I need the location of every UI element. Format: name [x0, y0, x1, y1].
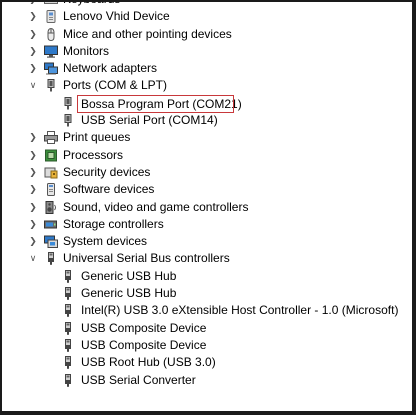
chevron-right-icon[interactable]: ❯ [28, 164, 38, 181]
tree-item-label: Storage controllers [63, 216, 164, 231]
usb-icon [62, 287, 74, 300]
usb-icon [62, 269, 74, 283]
tree-item-monitors[interactable]: ❯ Monitors [0, 43, 410, 60]
mouse-icon [44, 27, 58, 41]
tree-item-usb-root-hub[interactable]: USB Root Hub (USB 3.0) [0, 354, 410, 371]
tree-item-label: USB Serial Port (COM14) [81, 113, 218, 128]
keyboard-icon [44, 0, 58, 6]
tree-item-label: Software devices [63, 182, 155, 197]
usb-icon [62, 373, 74, 387]
printer-icon [44, 131, 58, 145]
tree-item-bossa-program-port[interactable]: Bossa Program Port (COM21) [0, 94, 410, 113]
tree-item-generic-usb-hub[interactable]: Generic USB Hub [0, 268, 410, 285]
chevron-right-icon[interactable]: ❯ [28, 129, 38, 146]
system-device-icon [44, 235, 58, 249]
tree-item-label: Ports (COM & LPT) [63, 78, 168, 93]
tree-item-label: Intel(R) USB 3.0 eXtensible Host Control… [81, 303, 399, 318]
tree-item-label: Bossa Program Port (COM21) [77, 94, 242, 113]
tree-item-label: Processors [63, 147, 124, 162]
tree-item-lenovo-vhid-device[interactable]: ❯ Lenovo Vhid Device [0, 8, 410, 25]
tree-item-storage-controllers[interactable]: ❯ Storage controllers [0, 216, 410, 233]
usb-icon [62, 356, 74, 370]
tree-item-security-devices[interactable]: ❯ Security devices [0, 164, 410, 181]
storage-icon [44, 218, 58, 231]
tree-item-usb-controllers[interactable]: ∨ Universal Serial Bus controllers [0, 250, 410, 267]
tree-item-label: USB Composite Device [81, 320, 207, 335]
chevron-down-icon[interactable]: ∨ [28, 250, 38, 267]
device-tree[interactable]: ❯ Keyboards ❯ Lenovo Vhid Device ❯ Mice … [0, 0, 410, 389]
tree-item-network-adapters[interactable]: ❯ Network adapters [0, 60, 410, 77]
chevron-right-icon[interactable]: ❯ [28, 216, 38, 233]
network-adapter-icon [44, 62, 58, 75]
usb-icon [44, 252, 58, 266]
speaker-icon [44, 200, 58, 214]
usb-icon [62, 321, 74, 335]
chevron-right-icon[interactable]: ❯ [28, 60, 38, 77]
port-icon [62, 96, 74, 110]
chevron-down-icon[interactable]: ∨ [28, 77, 38, 94]
tree-item-label: USB Composite Device [81, 337, 207, 352]
tree-item-label: Network adapters [63, 61, 158, 76]
tree-item-processors[interactable]: ❯ Processors [0, 147, 410, 164]
tree-item-label: USB Root Hub (USB 3.0) [81, 355, 216, 370]
tree-item-usb-serial-port[interactable]: USB Serial Port (COM14) [0, 112, 410, 129]
chevron-right-icon[interactable]: ❯ [28, 181, 38, 198]
tree-item-label: Sound, video and game controllers [63, 199, 249, 214]
chevron-right-icon[interactable]: ❯ [28, 43, 38, 60]
tree-item-sound-video-game-controllers[interactable]: ❯ Sound, video and game controllers [0, 199, 410, 216]
software-device-icon [44, 183, 58, 197]
tree-item-system-devices[interactable]: ❯ System devices [0, 233, 410, 250]
tree-item-label: Keyboards [63, 0, 120, 8]
usb-icon [62, 338, 74, 352]
monitor-icon [44, 45, 58, 58]
tree-item-print-queues[interactable]: ❯ Print queues [0, 129, 410, 146]
tree-item-label: Mice and other pointing devices [63, 26, 232, 41]
processor-icon [44, 149, 58, 162]
chevron-right-icon[interactable]: ❯ [28, 8, 38, 25]
tree-item-generic-usb-hub[interactable]: Generic USB Hub [0, 285, 410, 302]
tree-item-usb-composite-device[interactable]: USB Composite Device [0, 320, 410, 337]
tree-item-label: Universal Serial Bus controllers [63, 251, 230, 266]
tree-item-mice[interactable]: ❯ Mice and other pointing devices [0, 26, 410, 43]
chevron-right-icon[interactable]: ❯ [28, 233, 38, 250]
tree-item-ports[interactable]: ∨ Ports (COM & LPT) [0, 77, 410, 94]
chevron-right-icon[interactable]: ❯ [28, 26, 38, 43]
tree-item-label: Monitors [63, 43, 110, 58]
tree-item-usb-composite-device[interactable]: USB Composite Device [0, 337, 410, 354]
tree-item-label: Lenovo Vhid Device [63, 9, 170, 24]
security-device-icon [44, 166, 58, 179]
chevron-right-icon[interactable]: ❯ [28, 147, 38, 164]
chevron-right-icon[interactable]: ❯ [28, 0, 38, 8]
chevron-right-icon[interactable]: ❯ [28, 199, 38, 216]
tree-item-label: Generic USB Hub [81, 268, 177, 283]
tree-item-label: USB Serial Converter [81, 372, 196, 387]
tree-item-label: System devices [63, 234, 148, 249]
port-icon [44, 79, 58, 92]
tree-item-intel-usb3-host-controller[interactable]: Intel(R) USB 3.0 eXtensible Host Control… [0, 302, 410, 319]
tree-item-label: Print queues [63, 130, 131, 145]
tree-item-software-devices[interactable]: ❯ Software devices [0, 181, 410, 198]
tree-item-usb-serial-converter[interactable]: USB Serial Converter [0, 372, 410, 389]
usb-icon [62, 304, 74, 318]
tree-item-keyboards[interactable]: ❯ Keyboards [0, 0, 410, 8]
hid-device-icon [44, 10, 58, 24]
tree-item-label: Security devices [63, 164, 151, 179]
port-icon [62, 114, 74, 127]
tree-item-label: Generic USB Hub [81, 286, 177, 301]
